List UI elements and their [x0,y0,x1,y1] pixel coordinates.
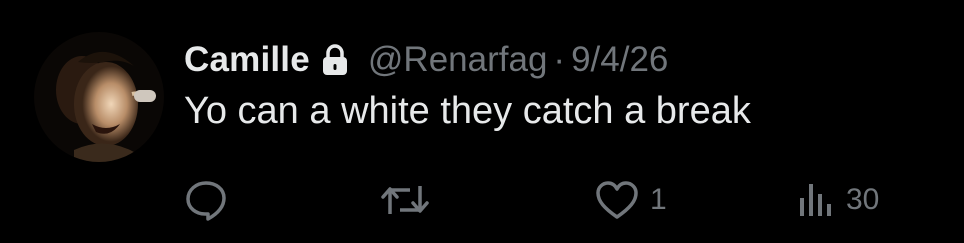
avatar[interactable] [34,32,164,162]
views-count: 30 [846,183,880,216]
views-icon [796,180,836,220]
tweet-date[interactable]: 9/4/26 [571,40,668,80]
separator-dot: · [553,40,566,79]
heart-icon [594,179,640,221]
retweet-button[interactable] [380,172,440,228]
tweet-text: Yo can a white they catch a break [184,90,751,132]
display-name[interactable]: Camille [184,40,310,80]
action-bar: 1 30 [184,172,924,228]
tweet-header: Camille @Renarfag · 9/4/26 [184,36,668,84]
user-handle[interactable]: @Renarfag [368,40,548,80]
lock-icon [320,42,350,78]
views-button[interactable]: 30 [796,172,879,228]
reply-icon [184,178,228,222]
reply-button[interactable] [184,172,238,228]
like-count: 1 [650,183,667,216]
retweet-icon [380,178,430,222]
tweet[interactable]: Camille @Renarfag · 9/4/26 Yo can a whit… [0,0,964,243]
like-button[interactable]: 1 [594,172,667,228]
